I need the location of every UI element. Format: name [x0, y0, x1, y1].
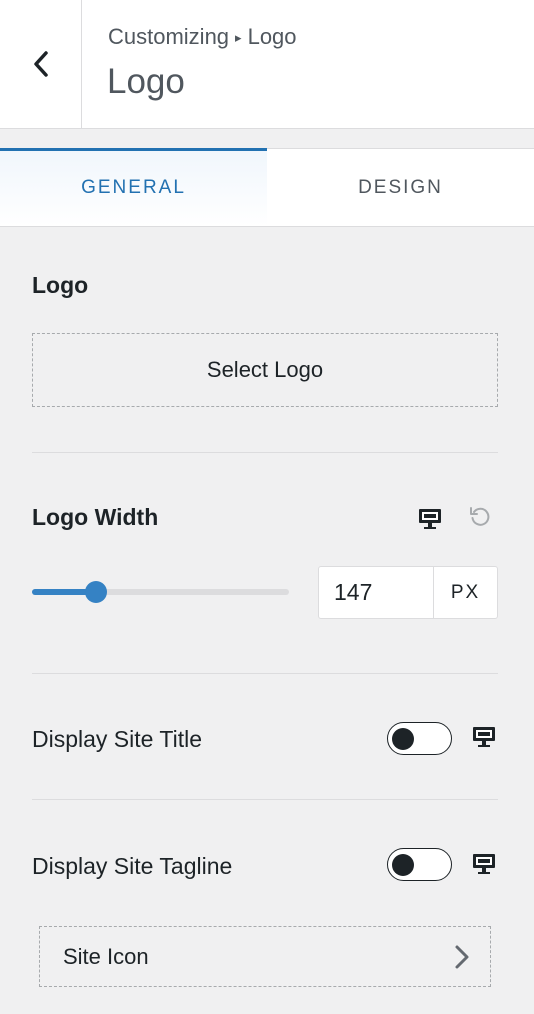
site-icon-button[interactable]: Site Icon: [39, 926, 491, 987]
toggle-knob: [392, 854, 414, 876]
desktop-icon[interactable]: [472, 725, 496, 749]
back-button[interactable]: [0, 0, 82, 128]
logo-label: Logo: [32, 272, 89, 298]
display-site-title-toggle[interactable]: [387, 722, 452, 755]
logo-width-number-field: PX: [318, 566, 498, 619]
page-title: Logo: [107, 62, 185, 101]
logo-width-input[interactable]: [319, 567, 433, 618]
logo-width-label: Logo Width: [32, 504, 159, 530]
desktop-icon[interactable]: [418, 507, 442, 531]
breadcrumb-parent: Customizing: [108, 24, 230, 49]
customizer-header: Customizing ▸ Logo Logo: [0, 0, 534, 129]
unit-label: PX: [433, 567, 497, 618]
reset-icon[interactable]: [468, 505, 492, 529]
breadcrumb-separator: ▸: [235, 30, 242, 45]
chevron-right-icon: [455, 945, 469, 968]
toggle-knob: [392, 728, 414, 750]
breadcrumb-current: Logo: [247, 24, 297, 49]
display-site-tagline-toggle[interactable]: [387, 848, 452, 881]
divider: [32, 673, 498, 674]
divider: [32, 452, 498, 453]
logo-width-slider[interactable]: [32, 581, 289, 603]
chevron-left-icon: [33, 51, 48, 77]
tab-design[interactable]: DESIGN: [267, 149, 534, 226]
site-icon-label: Site Icon: [63, 943, 149, 969]
desktop-icon[interactable]: [472, 852, 496, 876]
tab-bar: GENERAL DESIGN: [0, 148, 534, 227]
tab-general[interactable]: GENERAL: [0, 148, 267, 226]
display-site-title-label: Display Site Title: [32, 726, 203, 752]
display-site-tagline-label: Display Site Tagline: [32, 853, 233, 879]
breadcrumb: Customizing ▸ Logo: [108, 24, 297, 50]
select-logo-button[interactable]: Select Logo: [32, 333, 498, 407]
divider: [32, 799, 498, 800]
slider-handle[interactable]: [85, 581, 108, 603]
